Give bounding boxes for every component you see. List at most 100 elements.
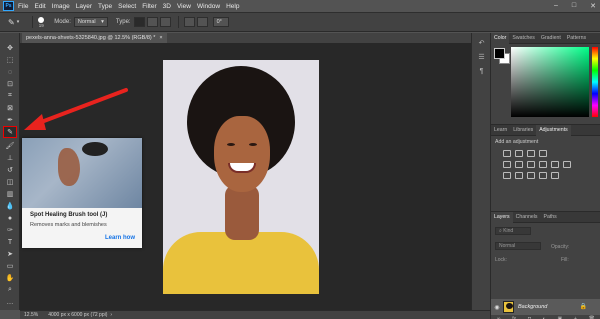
hand-tool-icon[interactable]: ✋ bbox=[3, 273, 17, 283]
menu-layer[interactable]: Layer bbox=[76, 3, 92, 10]
tab-gradient[interactable]: Gradient bbox=[538, 33, 564, 44]
threshold-icon[interactable] bbox=[527, 172, 535, 179]
hue-slider[interactable] bbox=[592, 47, 598, 117]
menu-select[interactable]: Select bbox=[118, 3, 136, 10]
menu-help[interactable]: Help bbox=[226, 3, 239, 10]
rectangle-tool-icon[interactable]: ▭ bbox=[3, 261, 17, 271]
spot-healing-brush-tool-icon[interactable]: ✎ bbox=[3, 126, 17, 138]
gradient-tool-icon[interactable]: ▥ bbox=[3, 189, 17, 199]
add-adjustment-label: Add an adjustment bbox=[495, 139, 539, 145]
visibility-eye-icon[interactable]: ◉ bbox=[491, 304, 503, 311]
chevron-down-icon: ▾ bbox=[101, 19, 104, 25]
frame-tool-icon[interactable]: ⊠ bbox=[3, 103, 17, 113]
document-tab-title: pexels-anna-shvets-5325840.jpg @ 12.5% (… bbox=[26, 35, 156, 41]
history-brush-tool-icon[interactable]: ↺ bbox=[3, 165, 17, 175]
lasso-tool-icon[interactable]: ◌ bbox=[3, 67, 17, 77]
tab-patterns[interactable]: Patterns bbox=[564, 33, 589, 44]
tab-channels[interactable]: Channels bbox=[513, 212, 541, 223]
maximize-button[interactable]: □ bbox=[572, 2, 576, 10]
sample-all-layers-button[interactable] bbox=[183, 17, 195, 27]
channel-mixer-icon[interactable] bbox=[563, 161, 571, 168]
brush-preview[interactable]: 19 bbox=[38, 16, 45, 28]
neck bbox=[225, 185, 259, 240]
tab-layers[interactable]: Layers bbox=[491, 211, 513, 223]
invert-icon[interactable] bbox=[503, 172, 511, 179]
dodge-tool-icon[interactable]: ● bbox=[3, 213, 17, 223]
blend-mode-value: Normal bbox=[499, 243, 516, 249]
tab-color[interactable]: Color bbox=[491, 32, 510, 44]
curves-icon[interactable] bbox=[527, 150, 535, 157]
pen-tool-icon[interactable]: ✑ bbox=[3, 225, 17, 235]
zoom-tool-icon[interactable]: ⌕ bbox=[3, 285, 17, 295]
brush-tool-icon[interactable]: 🖌 bbox=[3, 141, 17, 151]
minimize-button[interactable]: – bbox=[554, 2, 558, 10]
color-picker-field[interactable] bbox=[511, 47, 589, 117]
menu-image[interactable]: Image bbox=[52, 3, 70, 10]
lock-icon[interactable]: 🔒 bbox=[580, 303, 587, 310]
more-tools-icon[interactable]: … bbox=[3, 297, 17, 307]
crop-tool-icon[interactable]: ⌗ bbox=[3, 91, 17, 101]
menu-3d[interactable]: 3D bbox=[163, 3, 171, 10]
vibrance-icon[interactable] bbox=[503, 161, 511, 168]
menu-edit[interactable]: Edit bbox=[34, 3, 45, 10]
tab-libraries[interactable]: Libraries bbox=[510, 125, 536, 136]
photo-filter-icon[interactable] bbox=[551, 161, 559, 168]
menu-view[interactable]: View bbox=[177, 3, 191, 10]
document-info[interactable]: 4000 px x 6000 px (72 ppi) bbox=[48, 312, 107, 318]
object-select-tool-icon[interactable]: ⊡ bbox=[3, 79, 17, 89]
zoom-level[interactable]: 12.5% bbox=[24, 312, 38, 318]
menu-window[interactable]: Window bbox=[197, 3, 220, 10]
tab-learn[interactable]: Learn bbox=[491, 125, 510, 136]
type-content-aware-button[interactable] bbox=[133, 17, 145, 27]
learn-how-link[interactable]: Learn how bbox=[105, 235, 135, 241]
black-white-icon[interactable] bbox=[539, 161, 547, 168]
menu-bar: Ps File Edit Image Layer Type Select Fil… bbox=[0, 0, 600, 13]
foreground-color-swatch[interactable] bbox=[494, 48, 505, 59]
layer-filter-kind[interactable]: ⌕ Kind bbox=[495, 227, 531, 235]
type-proximity-match-button[interactable] bbox=[159, 17, 171, 27]
properties-panel-icon[interactable]: ☰ bbox=[477, 53, 486, 61]
menu-filter[interactable]: Filter bbox=[142, 3, 156, 10]
type-create-texture-button[interactable] bbox=[146, 17, 158, 27]
posterize-icon[interactable] bbox=[515, 172, 523, 179]
tool-preset-icon[interactable]: ✎ bbox=[8, 18, 15, 27]
path-selection-tool-icon[interactable]: ➤ bbox=[3, 249, 17, 259]
layer-row-background[interactable]: ◉ Background 🔒 bbox=[491, 299, 600, 315]
color-balance-icon[interactable] bbox=[527, 161, 535, 168]
color-panel-tabs: Color Swatches Gradient Patterns bbox=[491, 32, 600, 44]
eyedropper-tool-icon[interactable]: ✒ bbox=[3, 115, 17, 125]
gradient-map-icon[interactable] bbox=[539, 172, 547, 179]
exposure-icon[interactable] bbox=[539, 150, 547, 157]
clone-stamp-tool-icon[interactable]: ⊥ bbox=[3, 153, 17, 163]
document-tab[interactable]: pexels-anna-shvets-5325840.jpg @ 12.5% (… bbox=[22, 33, 167, 43]
brush-size-value: 19 bbox=[38, 22, 44, 28]
blend-mode-select[interactable]: Normal bbox=[495, 242, 541, 250]
close-tab-icon[interactable]: × bbox=[159, 35, 162, 41]
close-window-button[interactable]: ✕ bbox=[590, 2, 596, 10]
tools-panel: ✥ ⬚ ◌ ⊡ ⌗ ⊠ ✒ ✎ 🖌 ⊥ ↺ ◫ ▥ 💧 ● ✑ T ➤ ▭ ✋ … bbox=[0, 33, 20, 310]
selective-color-icon[interactable] bbox=[551, 172, 559, 179]
chevron-right-icon[interactable]: › bbox=[110, 312, 112, 318]
paragraph-panel-icon[interactable]: ¶ bbox=[477, 67, 486, 75]
brightness-contrast-icon[interactable] bbox=[503, 150, 511, 157]
menu-file[interactable]: File bbox=[18, 3, 28, 10]
tab-paths[interactable]: Paths bbox=[541, 212, 560, 223]
tooltip-description: Removes marks and blemishes bbox=[30, 222, 107, 228]
menu-type[interactable]: Type bbox=[98, 3, 112, 10]
adjustments-panel-tabs: Learn Libraries Adjustments bbox=[491, 124, 600, 136]
eraser-tool-icon[interactable]: ◫ bbox=[3, 177, 17, 187]
levels-icon[interactable] bbox=[515, 150, 523, 157]
document-image[interactable] bbox=[163, 60, 319, 294]
hue-saturation-icon[interactable] bbox=[515, 161, 523, 168]
mode-select[interactable]: Normal ▾ bbox=[73, 17, 108, 27]
tab-adjustments[interactable]: Adjustments bbox=[536, 124, 571, 136]
angle-input[interactable]: 0° bbox=[212, 17, 229, 27]
marquee-tool-icon[interactable]: ⬚ bbox=[3, 55, 17, 65]
tool-preset-chevron-icon[interactable]: ▾ bbox=[17, 19, 20, 25]
tab-swatches[interactable]: Swatches bbox=[509, 33, 538, 44]
move-tool-icon[interactable]: ✥ bbox=[3, 43, 17, 53]
blur-tool-icon[interactable]: 💧 bbox=[3, 201, 17, 211]
type-tool-icon[interactable]: T bbox=[3, 237, 17, 247]
history-panel-icon[interactable]: ↶ bbox=[477, 39, 486, 47]
pressure-size-button[interactable] bbox=[196, 17, 208, 27]
